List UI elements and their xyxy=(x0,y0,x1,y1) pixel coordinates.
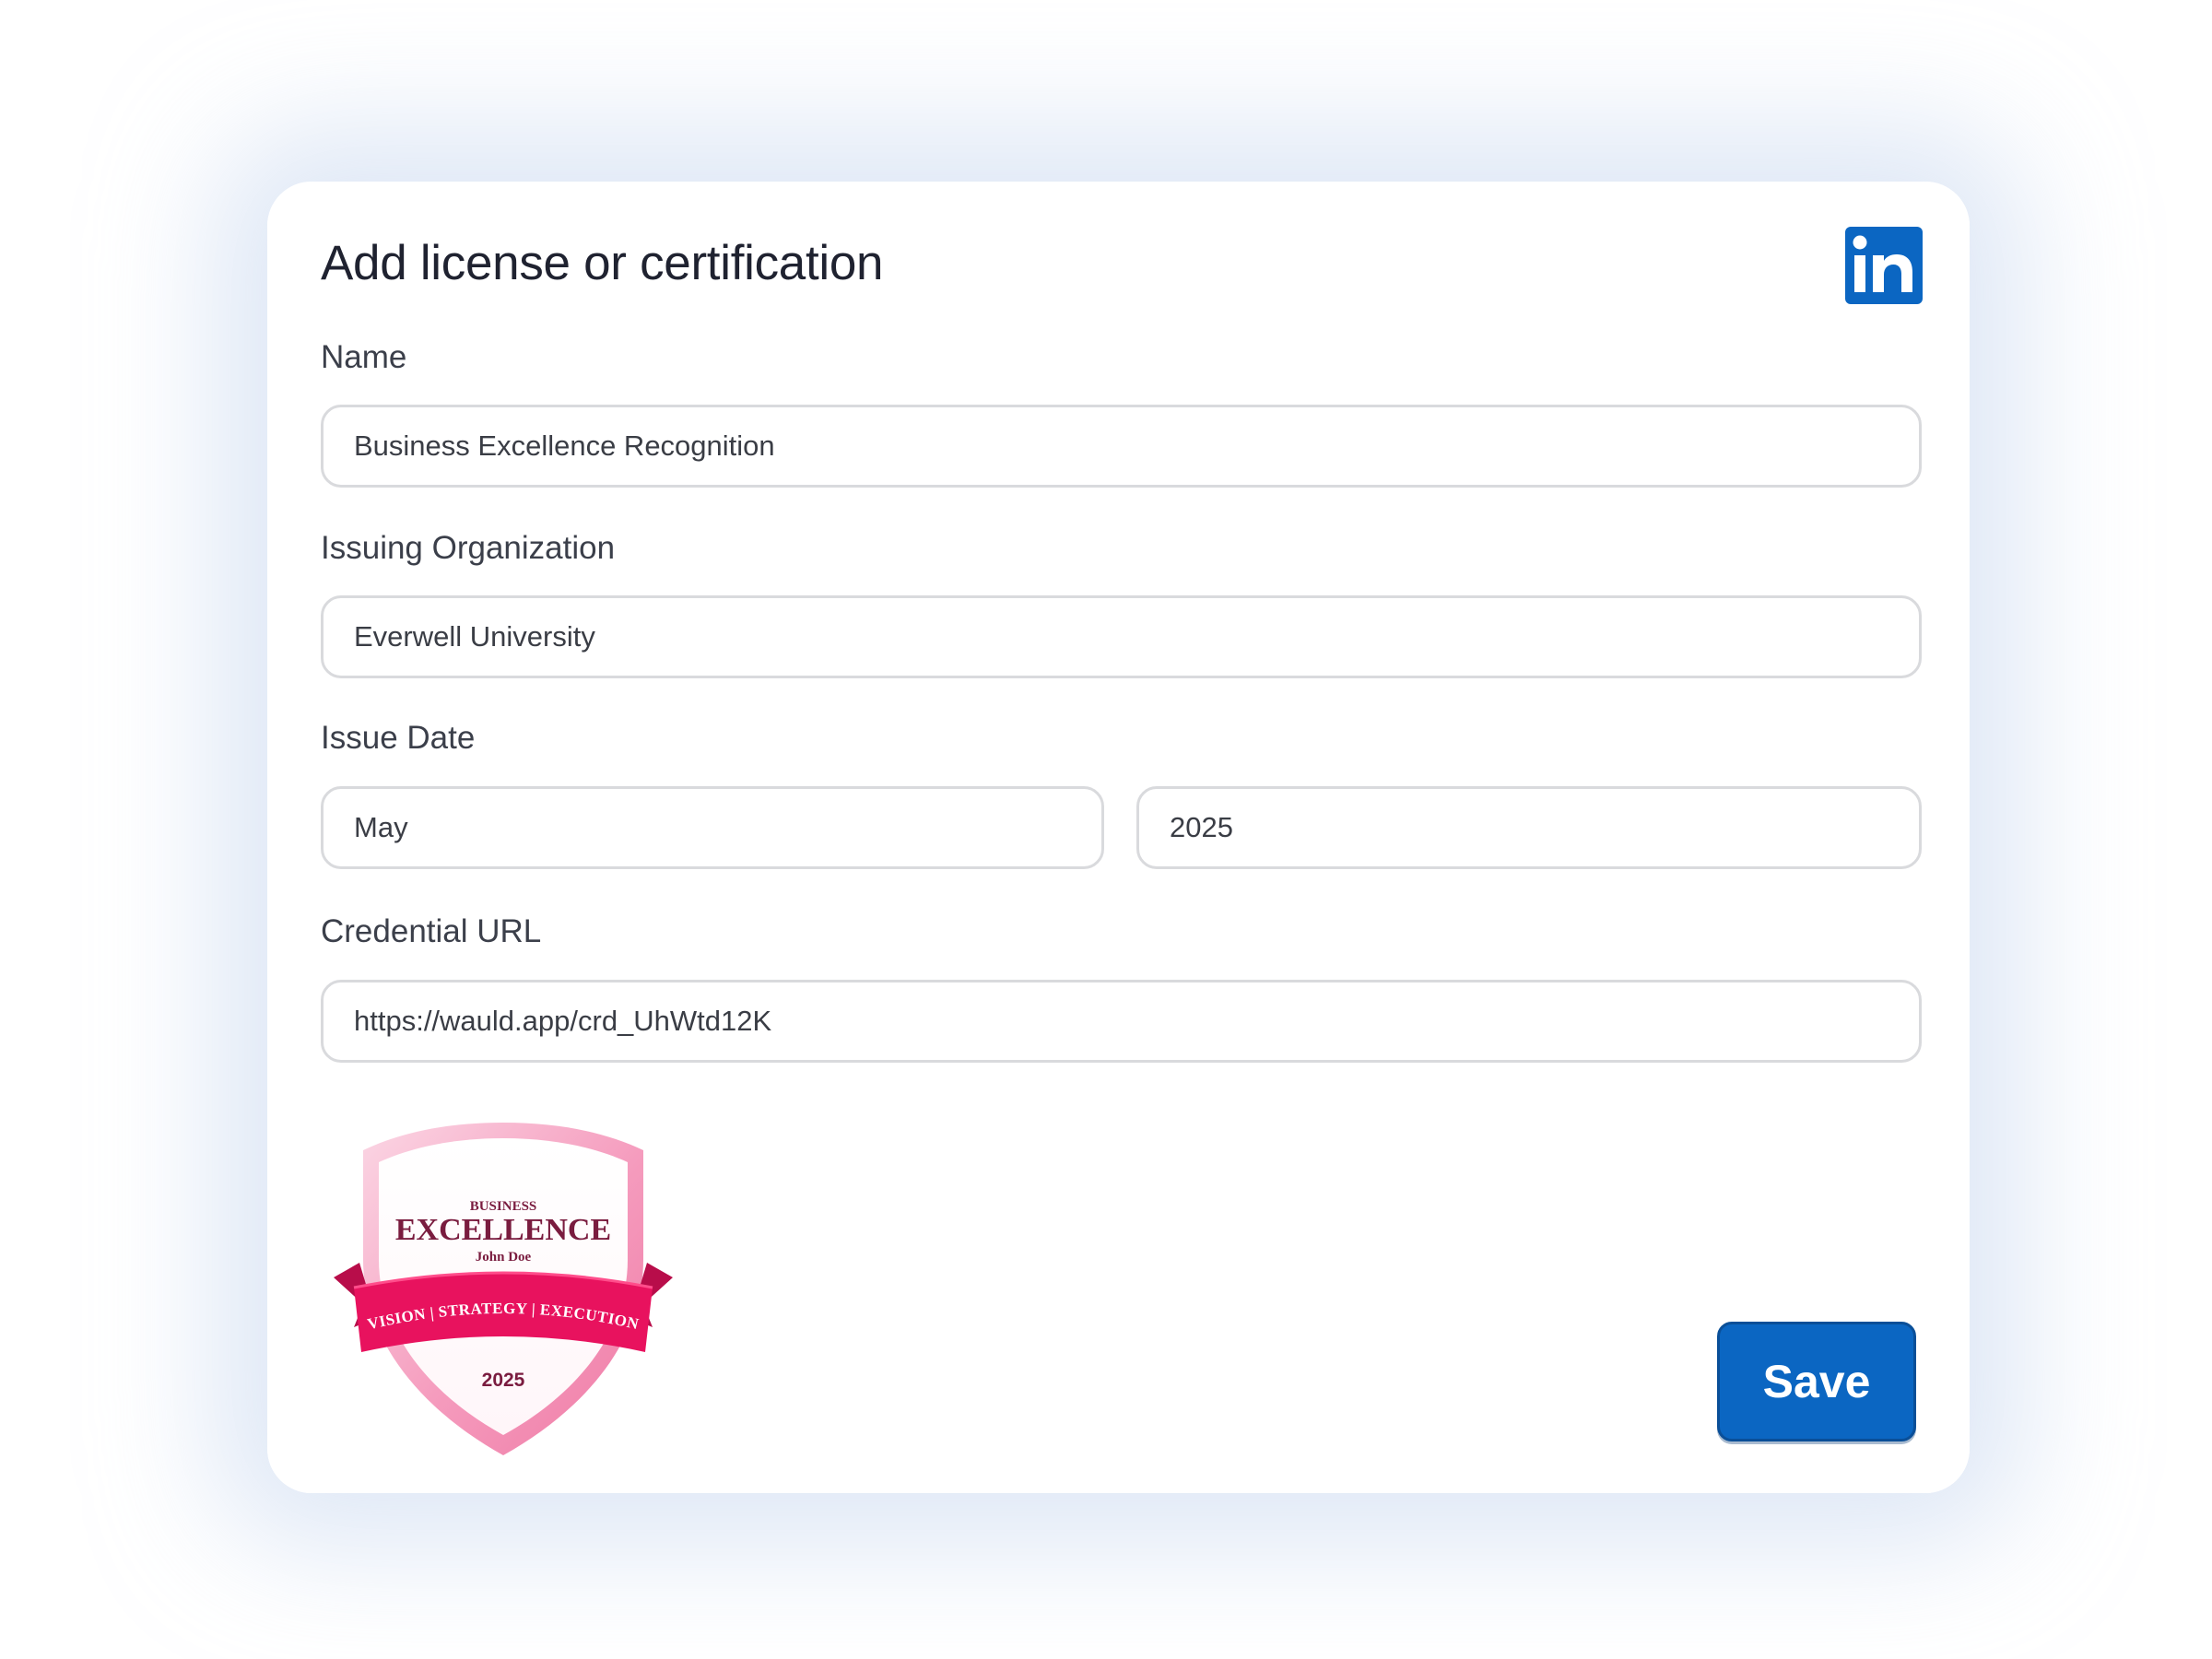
badge-year: 2025 xyxy=(482,1370,525,1391)
certification-dialog: Add license or certification Name Issuin… xyxy=(267,182,1970,1493)
badge-recipient: John Doe xyxy=(476,1250,532,1265)
issuing-organization-label: Issuing Organization xyxy=(321,530,616,566)
credential-url-label: Credential URL xyxy=(321,913,542,949)
save-button[interactable]: Save xyxy=(1717,1322,1916,1441)
certification-badge: BUSINESS EXCELLENCE John Doe VISION | ST… xyxy=(319,1120,688,1459)
badge-line1: BUSINESS xyxy=(470,1199,537,1214)
linkedin-icon-glyph xyxy=(1853,235,1912,292)
issuing-organization-input[interactable] xyxy=(321,595,1922,678)
dialog-title: Add license or certification xyxy=(321,236,884,290)
badge-line2: EXCELLENCE xyxy=(395,1213,611,1247)
issue-year-input[interactable] xyxy=(1136,786,1922,869)
linkedin-icon xyxy=(1845,227,1923,304)
name-label: Name xyxy=(321,339,407,375)
credential-url-input[interactable] xyxy=(321,980,1922,1063)
issue-date-label: Issue Date xyxy=(321,720,476,756)
badge-emblem: BUSINESS EXCELLENCE John Doe VISION | ST… xyxy=(334,1123,673,1455)
page-background: Add license or certification Name Issuin… xyxy=(0,0,2212,1659)
issue-month-input[interactable] xyxy=(321,786,1104,869)
name-input[interactable] xyxy=(321,405,1922,488)
